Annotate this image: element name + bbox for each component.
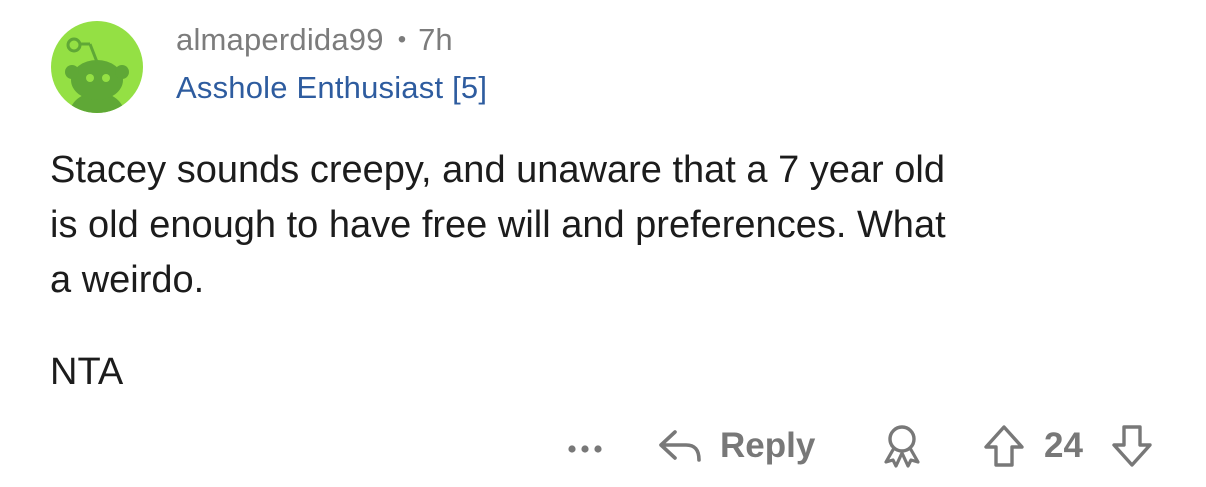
reply-label: Reply <box>720 426 816 465</box>
reply-arrow-icon <box>659 430 701 462</box>
comment-line: Stacey sounds creepy, and unaware that a… <box>50 149 945 191</box>
comment-line: a weirdo. <box>50 259 205 301</box>
username[interactable]: almaperdida99 <box>176 22 384 58</box>
user-flair: Asshole Enthusiast [5] <box>176 70 488 105</box>
comment-meta: almaperdida99 • 7h Asshole Enthusiast [5… <box>176 22 487 106</box>
author-row: almaperdida99 • 7h <box>176 22 487 64</box>
timestamp: 7h <box>418 22 453 57</box>
vote-score: 24 <box>1044 426 1083 465</box>
reply-button[interactable]: Reply <box>656 422 815 470</box>
separator-dot: • <box>397 26 407 53</box>
comment: almaperdida99 • 7h Asshole Enthusiast [5… <box>0 0 1206 487</box>
comment-line: is old enough to have free will and pref… <box>50 204 946 246</box>
comment-actions: Reply 24 <box>0 418 1206 474</box>
verdict-text: NTA <box>50 351 124 393</box>
avatar[interactable] <box>50 20 144 114</box>
comment-body: Stacey sounds creepy, and unaware that a… <box>50 143 1170 308</box>
more-dots-icon[interactable] <box>560 426 610 466</box>
upvote-arrow-icon[interactable] <box>978 422 1030 470</box>
award-icon[interactable] <box>876 422 928 470</box>
downvote-arrow-icon[interactable] <box>1106 422 1158 470</box>
